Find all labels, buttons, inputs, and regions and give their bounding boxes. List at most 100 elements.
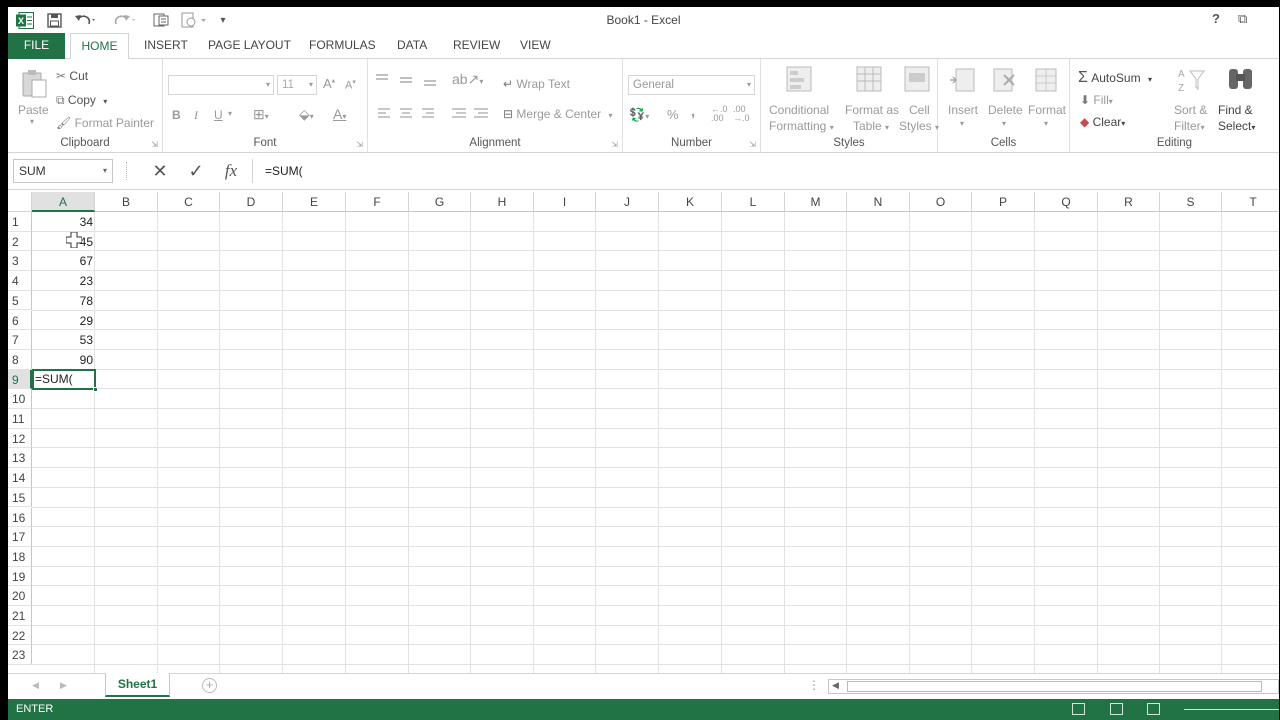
merge-center-button[interactable]: ⊟ Merge & Center ▾ [503, 107, 612, 121]
bold-button[interactable]: B [172, 108, 181, 122]
tab-home[interactable]: HOME [70, 33, 129, 60]
font-launcher-icon[interactable]: ⇲ [356, 140, 363, 149]
row-header-10[interactable]: 10 [8, 389, 32, 409]
alignment-launcher-icon[interactable]: ⇲ [611, 140, 618, 149]
row-header-2[interactable]: 2 [8, 231, 32, 252]
shrink-font-icon[interactable]: A▾ [345, 78, 356, 92]
page-layout-view-icon[interactable] [1110, 703, 1123, 715]
row-header-13[interactable]: 13 [8, 448, 32, 469]
confirm-entry-icon[interactable]: ✓ [183, 159, 209, 183]
horizontal-scrollbar[interactable]: ◀ [828, 679, 1279, 694]
column-header-f[interactable]: F [346, 192, 409, 212]
underline-dropdown-icon[interactable]: ▾ [228, 109, 232, 118]
delete-cells-button[interactable]: Delete ▾ [984, 63, 1024, 133]
conditional-formatting-button[interactable]: Conditional Formatting ▾ [765, 63, 834, 133]
orientation-icon[interactable]: ab↗▾ [452, 71, 483, 88]
row-header-14[interactable]: 14 [8, 468, 32, 488]
tab-formulas[interactable]: FORMULAS [309, 33, 376, 59]
borders-icon[interactable]: ⊞▾ [253, 106, 269, 123]
row-header-11[interactable]: 11 [8, 409, 32, 429]
cell-styles-button[interactable]: Cell Styles ▾ [897, 63, 939, 133]
decrease-decimal-button[interactable]: .00 →.0 [733, 105, 750, 123]
cell-a3[interactable]: 67 [33, 251, 95, 270]
select-all-corner[interactable] [8, 192, 32, 212]
fill-handle[interactable] [93, 386, 98, 392]
column-header-c[interactable]: C [158, 192, 220, 212]
column-header-r[interactable]: R [1098, 192, 1160, 212]
find-select-button[interactable]: Find & Select▾ [1216, 63, 1266, 133]
cell-a1[interactable]: 34 [33, 212, 95, 231]
tab-splitter-icon[interactable]: ⋮ [808, 678, 820, 692]
row-header-5[interactable]: 5 [8, 290, 32, 311]
cell-a2[interactable]: 45 [33, 232, 95, 251]
row-header-19[interactable]: 19 [8, 566, 32, 587]
page-break-view-icon[interactable] [1147, 703, 1160, 715]
cancel-entry-icon[interactable]: ✕ [147, 159, 173, 183]
cell-a5[interactable]: 78 [33, 291, 95, 310]
cell-a4[interactable]: 23 [33, 271, 95, 290]
sort-filter-button[interactable]: AZ Sort & Filter▾ [1168, 63, 1214, 133]
row-header-1[interactable]: 1 [8, 212, 32, 232]
row-header-23[interactable]: 23 [8, 645, 32, 666]
row-header-16[interactable]: 16 [8, 507, 32, 528]
row-header-9[interactable]: 9 [8, 369, 32, 390]
number-format-combo[interactable]: General ▾ [628, 75, 755, 95]
percent-button[interactable]: % [667, 107, 679, 122]
wrap-text-button[interactable]: ↵ Wrap Text [503, 77, 570, 91]
clear-button[interactable]: ◆ Clear▾ [1080, 115, 1125, 129]
underline-button[interactable]: U [214, 108, 223, 122]
row-header-18[interactable]: 18 [8, 546, 32, 567]
row-header-7[interactable]: 7 [8, 330, 32, 350]
font-color-icon[interactable]: A▾ [333, 106, 346, 122]
column-header-k[interactable]: K [659, 192, 722, 212]
sheet-prev-icon[interactable]: ◀ [32, 680, 39, 691]
fill-color-icon[interactable]: ⬙▾ [299, 106, 314, 123]
autosum-button[interactable]: Σ AutoSum ▾ [1078, 69, 1152, 87]
column-header-o[interactable]: O [910, 192, 972, 212]
number-launcher-icon[interactable]: ⇲ [749, 140, 756, 149]
column-header-m[interactable]: M [785, 192, 847, 212]
column-header-n[interactable]: N [847, 192, 910, 212]
cell-a8[interactable]: 90 [33, 350, 95, 369]
column-header-g[interactable]: G [409, 192, 471, 212]
insert-function-icon[interactable]: fx [218, 159, 244, 183]
zoom-slider[interactable] [1184, 709, 1279, 710]
restore-icon[interactable]: ⧉ [1238, 11, 1247, 27]
fill-button[interactable]: ⬇ Fill▾ [1080, 93, 1113, 107]
name-box[interactable]: SUM ▾ [13, 159, 113, 183]
normal-view-icon[interactable] [1072, 703, 1085, 715]
sheet-next-icon[interactable]: ▶ [60, 680, 67, 691]
column-header-q[interactable]: Q [1035, 192, 1098, 212]
sheet-tab-sheet1[interactable]: Sheet1 [105, 673, 170, 697]
worksheet-grid[interactable]: ABCDEFGHIJKLMNOPQRST 1 2 3 4 5 6 7 8 9 10 11 12 13 14… [8, 192, 1279, 673]
row-header-3[interactable]: 3 [8, 251, 32, 272]
font-size-combo[interactable]: 11 ▾ [277, 75, 317, 95]
row-header-6[interactable]: 6 [8, 310, 32, 331]
italic-button[interactable]: I [194, 108, 198, 123]
cut-button[interactable]: ✂ Cut [56, 69, 88, 83]
row-header-15[interactable]: 15 [8, 487, 32, 508]
formula-input[interactable]: =SUM( [252, 159, 1279, 183]
grow-font-icon[interactable]: A▴ [323, 76, 335, 91]
row-header-20[interactable]: 20 [8, 586, 32, 606]
tab-view[interactable]: VIEW [520, 33, 551, 59]
row-header-17[interactable]: 17 [8, 527, 32, 547]
column-header-i[interactable]: I [534, 192, 596, 212]
column-header-p[interactable]: P [972, 192, 1035, 212]
tab-file[interactable]: FILE [8, 33, 65, 59]
comma-button[interactable]: , [691, 103, 695, 120]
row-header-4[interactable]: 4 [8, 271, 32, 291]
vertical-align-icons[interactable] [374, 73, 446, 87]
font-name-combo[interactable]: ▾ [168, 75, 274, 95]
format-as-table-button[interactable]: Format as Table ▾ [837, 63, 899, 133]
horizontal-align-icons[interactable] [376, 107, 496, 121]
format-painter-button[interactable]: 🖌 Format Painter [56, 116, 154, 130]
format-cells-button[interactable]: Format ▾ [1026, 63, 1068, 133]
scrollbar-thumb[interactable] [847, 681, 1262, 692]
tab-review[interactable]: REVIEW [453, 33, 500, 59]
tab-page-layout[interactable]: PAGE LAYOUT [208, 33, 291, 59]
column-header-d[interactable]: D [220, 192, 283, 212]
column-header-h[interactable]: H [471, 192, 534, 212]
clipboard-launcher-icon[interactable]: ⇲ [151, 140, 158, 149]
currency-icon[interactable]: 💱▾ [629, 107, 649, 123]
